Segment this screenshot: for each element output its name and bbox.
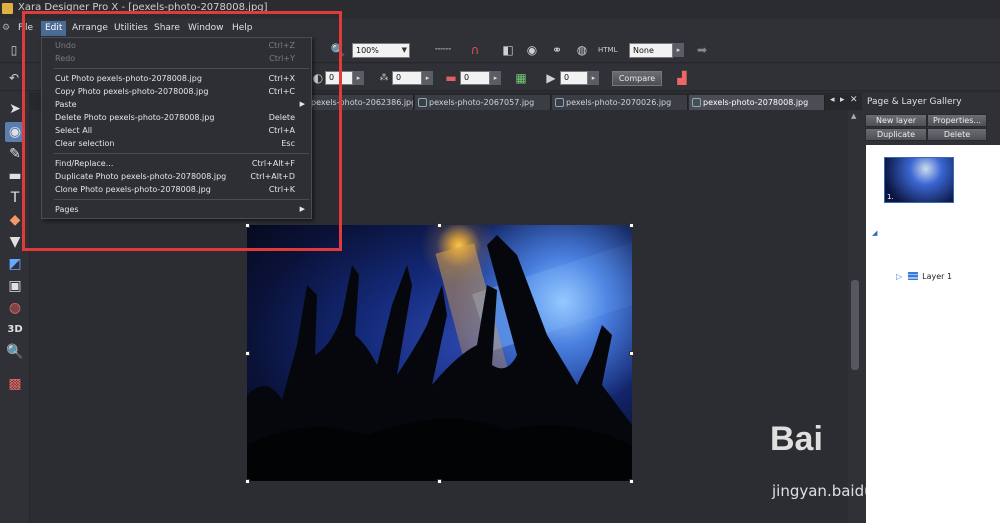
contrast-spin[interactable]: ▸ [353, 71, 364, 85]
tab-close-icon[interactable]: ✕ [850, 95, 858, 105]
baidu-watermark: Bai 经验 jingyan.baidu.com [770, 420, 960, 520]
tab-scroll-left-icon[interactable]: ◂ [830, 95, 835, 105]
undo-icon[interactable]: ↶ [6, 70, 22, 86]
temperature-value[interactable]: 0 [460, 71, 490, 85]
fill-select[interactable]: None [629, 43, 673, 58]
resize-handle-w[interactable] [245, 351, 250, 356]
page-expand-icon[interactable]: ◢ [872, 229, 877, 237]
tab-pexels-2078008[interactable]: pexels-photo-2078008.jpg [689, 95, 825, 110]
page-thumbnail[interactable]: 1. [884, 157, 954, 203]
globe-icon[interactable]: ◍ [574, 42, 590, 58]
tab-scroll-right-icon[interactable]: ▸ [840, 95, 845, 105]
resize-handle-s[interactable] [437, 479, 442, 484]
ruler-icon[interactable]: ╌╌╌ [428, 42, 458, 58]
compare-button[interactable]: Compare [612, 71, 662, 86]
resize-handle-sw[interactable] [245, 479, 250, 484]
3d-tool-icon[interactable]: 3D [5, 320, 25, 340]
new-document-icon[interactable]: ▯ [6, 42, 22, 58]
tab-pexels-2067057[interactable]: pexels-photo-2067057.jpg [415, 95, 551, 110]
resize-handle-n[interactable] [437, 223, 442, 228]
resize-handle-e[interactable] [629, 351, 634, 356]
view-icon[interactable]: ◉ [524, 42, 540, 58]
new-layer-button[interactable]: New layer [865, 114, 927, 127]
properties-button[interactable]: Properties... [927, 114, 987, 127]
app-logo-icon [2, 3, 13, 14]
link-icon[interactable]: ⚭ [549, 42, 565, 58]
zoom-select[interactable]: 100% ▼ [352, 43, 410, 58]
photo-icon [692, 98, 701, 107]
photo-icon [555, 98, 564, 107]
zoom-tool-icon[interactable]: 🔍 [5, 342, 25, 362]
tab-pexels-2070026[interactable]: pexels-photo-2070026.jpg [552, 95, 688, 110]
scrollbar-thumb[interactable] [851, 280, 859, 370]
crowd-silhouette [247, 235, 632, 481]
delete-layer-button[interactable]: Delete [927, 128, 987, 141]
preview-icon[interactable]: ◧ [500, 42, 516, 58]
chevron-down-icon: ▼ [401, 46, 407, 54]
saturation-value[interactable]: 0 [392, 71, 422, 85]
resize-handle-se[interactable] [629, 479, 634, 484]
temperature-icon[interactable]: ▬ [443, 70, 459, 86]
histogram-icon[interactable]: ▟ [674, 70, 690, 86]
gallery-title: Page & Layer Gallery [867, 97, 962, 107]
temperature-spin[interactable]: ▸ [490, 71, 501, 85]
layer-icon [908, 272, 919, 280]
resize-handle-ne[interactable] [629, 223, 634, 228]
image-enhance-icon[interactable]: ▦ [513, 70, 529, 86]
sharpen-value[interactable]: 0 [560, 71, 588, 85]
play-icon[interactable]: ▶ [543, 70, 559, 86]
magnet-icon[interactable]: ∩ [467, 42, 483, 58]
fill-select-arrow[interactable]: ▸ [673, 43, 684, 57]
scroll-up-icon[interactable]: ▲ [851, 112, 856, 120]
watermark-cn: 经验 [905, 440, 953, 468]
live-effects-tool-icon[interactable]: ▩ [5, 374, 25, 394]
contour-tool-icon[interactable]: ◍ [5, 298, 25, 318]
saturation-spin[interactable]: ▸ [422, 71, 433, 85]
color-dots-icon[interactable]: ⁂ [376, 70, 392, 86]
duplicate-layer-button[interactable]: Duplicate [865, 128, 927, 141]
layer-expand-icon[interactable]: ▷ [896, 272, 902, 281]
arrow-right-icon[interactable]: ➡ [694, 42, 710, 58]
html-export-icon[interactable]: HTML [598, 42, 617, 58]
bevel-tool-icon[interactable]: ▣ [5, 276, 25, 296]
system-menu-icon[interactable]: ⚙ [2, 23, 10, 33]
sharpen-spin[interactable]: ▸ [588, 71, 599, 85]
shadow-tool-icon[interactable]: ◩ [5, 254, 25, 274]
selected-photo[interactable] [247, 225, 632, 481]
watermark-brand: Bai [770, 420, 823, 458]
photo-icon [418, 98, 427, 107]
layer-row[interactable]: ▷ Layer 1 [896, 272, 952, 284]
watermark-url: jingyan.baidu.com [772, 482, 911, 500]
annotation-highlight-box [22, 11, 342, 251]
